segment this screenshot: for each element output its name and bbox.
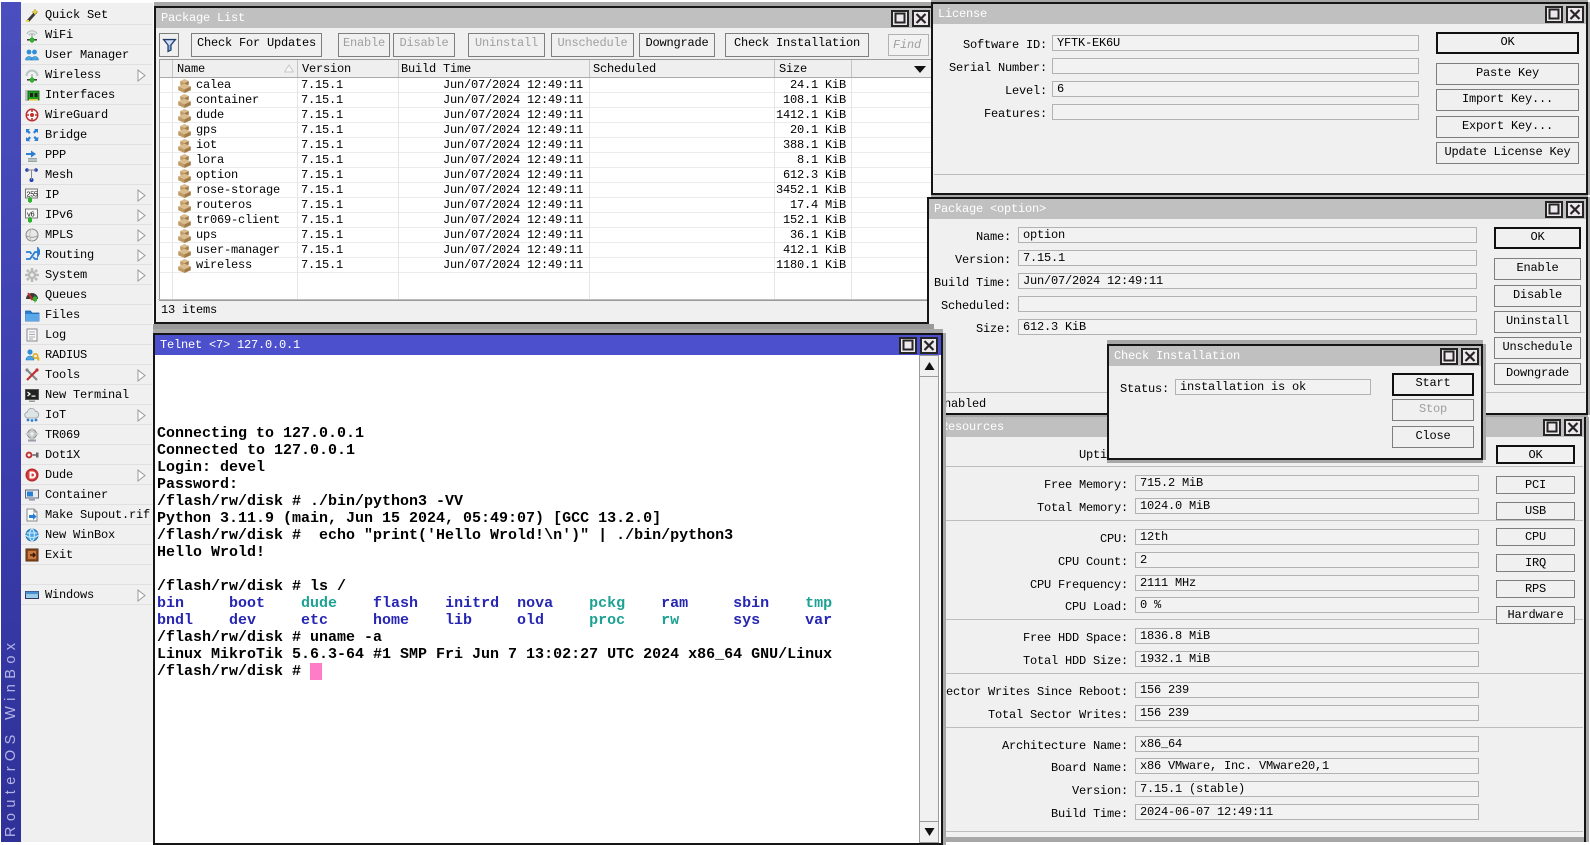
svg-text:v6: v6 [27,210,35,219]
svg-text:255: 255 [27,192,38,199]
